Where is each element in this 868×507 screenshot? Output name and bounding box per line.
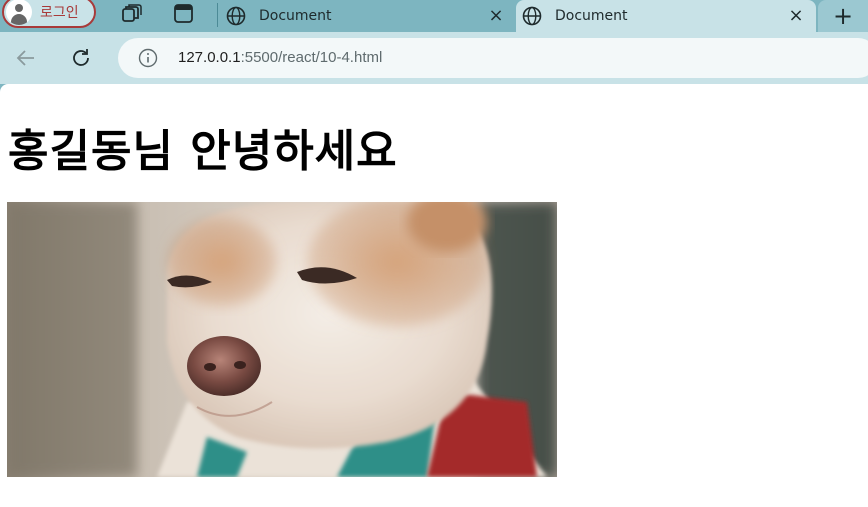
collections-icon[interactable] bbox=[120, 4, 142, 24]
tab-document-1[interactable]: Document × bbox=[220, 0, 516, 32]
url-path: :5500/react/10-4.html bbox=[240, 49, 383, 66]
close-tab-icon[interactable]: × bbox=[788, 7, 804, 25]
profile-button[interactable]: 로그인 bbox=[2, 0, 96, 28]
avatar-icon bbox=[6, 0, 32, 25]
browser-toolbar: 127.0.0.1:5500/react/10-4.html bbox=[0, 32, 868, 84]
close-tab-icon[interactable]: × bbox=[488, 7, 504, 25]
tab-title: Document bbox=[555, 8, 628, 24]
address-bar[interactable]: 127.0.0.1:5500/react/10-4.html bbox=[118, 38, 868, 78]
reload-button[interactable] bbox=[67, 44, 95, 72]
tab-title: Document bbox=[259, 8, 332, 24]
new-tab-button[interactable]: + bbox=[818, 0, 868, 32]
address-url[interactable]: 127.0.0.1:5500/react/10-4.html bbox=[178, 49, 382, 66]
greeting-heading: 홍길동님 안녕하세요 bbox=[8, 126, 398, 177]
url-host: 127.0.0.1 bbox=[178, 49, 241, 66]
back-arrow-icon bbox=[16, 50, 34, 66]
tab-document-2[interactable]: Document × bbox=[516, 0, 816, 32]
tab-separator bbox=[217, 3, 218, 27]
profile-label: 로그인 bbox=[40, 5, 79, 21]
globe-icon bbox=[226, 6, 246, 26]
reload-icon bbox=[73, 49, 89, 66]
globe-icon bbox=[522, 6, 542, 26]
site-info-icon[interactable] bbox=[138, 48, 158, 68]
dog-photo bbox=[7, 202, 557, 477]
tab-strip: 로그인 Document × Document × + bbox=[0, 0, 868, 36]
page-content: 홍길동님 안녕하세요 bbox=[0, 84, 868, 507]
back-button[interactable] bbox=[12, 44, 40, 72]
vertical-tabs-icon[interactable] bbox=[173, 4, 195, 24]
